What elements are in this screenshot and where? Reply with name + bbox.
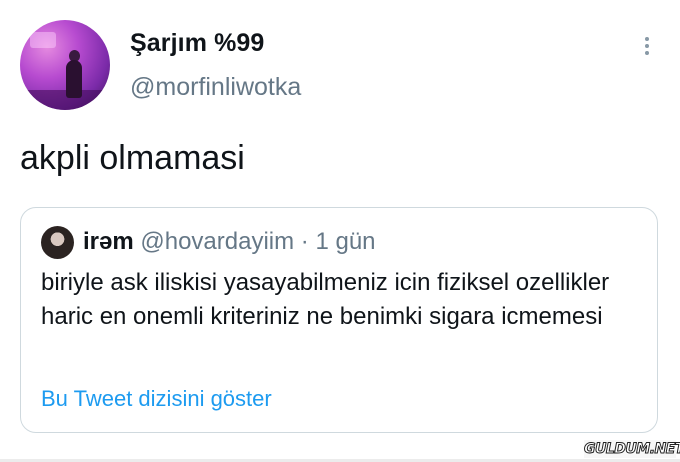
- quoted-tweet[interactable]: irəm @hovardayiim · 1 gün biriyle ask il…: [20, 207, 658, 433]
- site-watermark: GULDUM.NET: [584, 440, 680, 458]
- avatar-neon-sign: [30, 32, 56, 48]
- quoted-tweet-text: biriyle ask iliskisi yasayabilmeniz icin…: [41, 269, 610, 330]
- quoted-author-handle[interactable]: @hovardayiim: [140, 228, 294, 255]
- author-display-name[interactable]: Şarjım %99: [130, 29, 264, 58]
- quoted-separator: ·: [300, 228, 309, 255]
- quoted-author-name[interactable]: irəm: [83, 228, 134, 255]
- author-avatar[interactable]: [20, 20, 110, 110]
- quoted-author-avatar[interactable]: [41, 226, 74, 259]
- avatar-floor: [20, 90, 110, 110]
- author-handle[interactable]: @morfinliwotka: [130, 73, 301, 102]
- avatar-figure: [66, 60, 82, 98]
- quoted-time[interactable]: 1 gün: [315, 228, 375, 255]
- more-vertical-icon[interactable]: [642, 35, 652, 57]
- show-thread-link[interactable]: Bu Tweet dizisini göster: [41, 386, 272, 412]
- quoted-tweet-header: irəm @hovardayiim · 1 gün: [83, 228, 376, 256]
- tweet-text: akpli olmamasi: [20, 139, 245, 177]
